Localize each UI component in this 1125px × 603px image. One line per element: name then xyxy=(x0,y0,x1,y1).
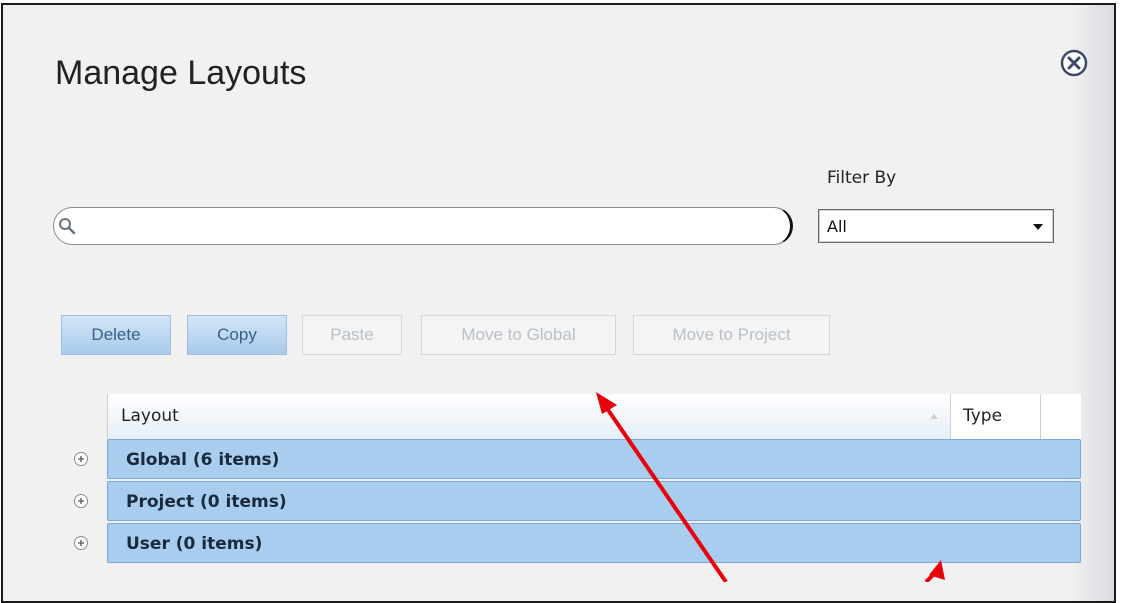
red-arrow-icon xyxy=(924,560,945,582)
red-arrow-icon xyxy=(596,392,728,582)
annotation-arrows xyxy=(596,392,945,582)
